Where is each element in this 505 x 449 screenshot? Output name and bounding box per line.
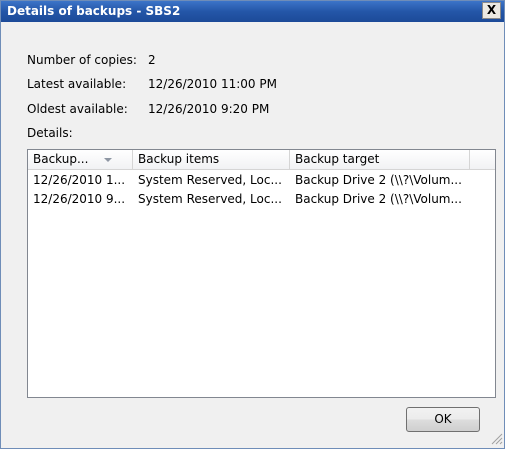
column-header-backup[interactable]: Backup... <box>28 150 133 169</box>
cell-backup-items: System Reserved, Loc... <box>138 192 282 206</box>
ok-button[interactable]: OK <box>406 407 480 432</box>
latest-value: 12/26/2010 11:00 PM <box>148 77 277 91</box>
resize-grip-icon[interactable] <box>489 431 503 445</box>
cell-backup-time: 12/26/2010 1... <box>33 173 126 187</box>
sort-descending-icon <box>104 158 112 162</box>
oldest-value: 12/26/2010 9:20 PM <box>148 102 270 116</box>
title-bar[interactable]: Details of backups - SBS2 X <box>1 1 504 22</box>
column-header-label: Backup items <box>138 152 220 166</box>
column-header-filler <box>470 150 495 169</box>
column-header-label: Backup... <box>33 152 89 166</box>
copies-value: 2 <box>148 53 156 67</box>
details-label: Details: <box>27 126 73 140</box>
oldest-label: Oldest available: <box>27 102 128 116</box>
cell-backup-target: Backup Drive 2 (\\?\Volum... <box>295 192 462 206</box>
close-button[interactable]: X <box>482 2 501 19</box>
details-dialog: Details of backups - SBS2 X Number of co… <box>0 0 505 449</box>
column-header-items[interactable]: Backup items <box>133 150 290 169</box>
latest-label: Latest available: <box>27 77 127 91</box>
copies-label: Number of copies: <box>27 53 137 67</box>
window-title: Details of backups - SBS2 <box>7 4 181 18</box>
table-row[interactable]: 12/26/2010 1... System Reserved, Loc... … <box>28 171 495 190</box>
list-header: Backup... Backup items Backup target <box>28 150 495 170</box>
cell-backup-target: Backup Drive 2 (\\?\Volum... <box>295 173 462 187</box>
column-header-label: Backup target <box>295 152 380 166</box>
backup-list[interactable]: Backup... Backup items Backup target 12/… <box>27 149 496 398</box>
cell-backup-items: System Reserved, Loc... <box>138 173 282 187</box>
cell-backup-time: 12/26/2010 9... <box>33 192 126 206</box>
table-row[interactable]: 12/26/2010 9... System Reserved, Loc... … <box>28 190 495 209</box>
column-header-target[interactable]: Backup target <box>290 150 470 169</box>
